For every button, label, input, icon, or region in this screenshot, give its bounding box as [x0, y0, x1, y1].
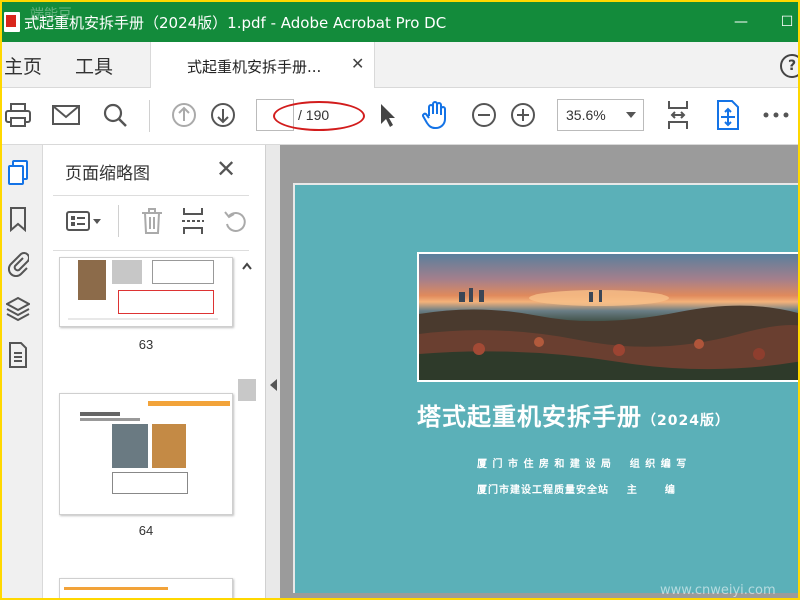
- toolbar-separator: [118, 205, 119, 237]
- toolbar-separator: [149, 100, 150, 132]
- toolbar: / 190 35.6%: [2, 88, 798, 145]
- thumbnail-page[interactable]: [59, 578, 233, 598]
- thumbnail-options-icon[interactable]: [65, 206, 105, 236]
- thumbnail-diagram: [112, 260, 142, 284]
- red-annotation-ellipse: [273, 101, 365, 131]
- pane-collapse-handle[interactable]: [265, 145, 280, 598]
- document-tab-label: 式起重机安拆手册...: [187, 58, 322, 76]
- document-tab[interactable]: 式起重机安拆手册... ✕: [150, 42, 375, 88]
- delete-icon[interactable]: [138, 206, 166, 236]
- acrobat-pdf-icon: [4, 12, 20, 32]
- attachment-icon[interactable]: [5, 249, 31, 277]
- thumbnail-textbox: [112, 472, 188, 494]
- document-viewport[interactable]: 塔式起重机安拆手册（2024版） 厦 门 市 住 房 和 建 设 局 组 织 编…: [280, 145, 798, 598]
- close-tab-icon[interactable]: ✕: [351, 54, 364, 73]
- hand-icon[interactable]: [419, 99, 451, 131]
- maximize-button[interactable]: ☐: [764, 2, 798, 42]
- print-icon[interactable]: [2, 99, 34, 131]
- thumbnail-page[interactable]: [59, 393, 233, 515]
- cover-title: 塔式起重机安拆手册（2024版）: [417, 397, 730, 432]
- rotate-icon[interactable]: [221, 206, 249, 236]
- thumbnail-photo: [112, 424, 148, 468]
- pane-title: 页面缩略图: [65, 164, 150, 184]
- zoom-out-icon[interactable]: [468, 99, 500, 131]
- thumbnail-rule: [68, 318, 218, 320]
- menu-tools[interactable]: 工具: [75, 52, 113, 79]
- collapse-arrow-icon: [270, 379, 277, 391]
- search-icon[interactable]: [99, 99, 131, 131]
- scroll-mode-icon[interactable]: [712, 99, 744, 131]
- window-title: 式起重机安拆手册（2024版）1.pdf - Adobe Acrobat Pro…: [24, 13, 447, 32]
- zoom-in-icon[interactable]: [507, 99, 539, 131]
- thumbnail-photo: [78, 260, 106, 300]
- watermark-bottom: www.cnweiyi.com: [660, 583, 776, 598]
- minimize-button[interactable]: —: [718, 2, 764, 42]
- bookmark-icon[interactable]: [5, 205, 31, 233]
- select-cursor-icon[interactable]: [371, 99, 403, 131]
- fit-page-icon[interactable]: [662, 99, 694, 131]
- app-window: 式起重机安拆手册（2024版）1.pdf - Adobe Acrobat Pro…: [2, 2, 798, 598]
- thumbnail-label: 63: [138, 337, 154, 352]
- thumbnail-header-bar: [148, 401, 230, 406]
- thumbnail-label: 64: [138, 523, 154, 538]
- pane-divider: [53, 250, 249, 251]
- title-bar: 式起重机安拆手册（2024版）1.pdf - Adobe Acrobat Pro…: [2, 2, 798, 42]
- thumbnail-photo: [152, 424, 186, 468]
- thumbnail-header-bar: [64, 587, 168, 590]
- watermark-top: 端能豆: [30, 7, 72, 23]
- zoom-select[interactable]: 35.6%: [557, 99, 644, 131]
- menu-home[interactable]: 主页: [4, 52, 42, 79]
- close-pane-icon[interactable]: ✕: [216, 155, 236, 183]
- pane-divider: [53, 195, 249, 196]
- page-thumbnails-icon[interactable]: [5, 159, 31, 187]
- thumbnail-scrollbar[interactable]: [238, 253, 256, 598]
- insert-page-icon[interactable]: [179, 206, 207, 236]
- left-rail: [2, 145, 43, 598]
- layers-icon[interactable]: [5, 295, 31, 323]
- thumbnails-pane: 页面缩略图 ✕ 63 64: [43, 145, 265, 598]
- more-icon[interactable]: [760, 99, 792, 131]
- page-up-icon[interactable]: [168, 99, 200, 131]
- cover-title-text: 塔式起重机安拆手册: [417, 403, 642, 431]
- cover-page: 塔式起重机安拆手册（2024版） 厦 门 市 住 房 和 建 设 局 组 织 编…: [293, 183, 798, 593]
- thumbnail-textbox: [152, 260, 214, 284]
- thumbnail-text: [80, 412, 120, 416]
- document-icon[interactable]: [5, 341, 31, 369]
- chevron-down-icon: [626, 112, 636, 118]
- thumbnail-textbox: [118, 290, 214, 314]
- tab-bar: 主页 工具 式起重机安拆手册... ✕ ?: [2, 42, 798, 88]
- cover-organizer: 厦 门 市 住 房 和 建 设 局 组 织 编 写: [477, 459, 688, 470]
- page-down-icon[interactable]: [207, 99, 239, 131]
- city-panorama-image: [417, 252, 798, 382]
- zoom-value: 35.6%: [566, 107, 606, 123]
- mail-icon[interactable]: [50, 99, 82, 131]
- thumbnail-page[interactable]: [59, 257, 233, 327]
- thumbnail-text: [80, 418, 140, 421]
- cover-editor: 厦门市建设工程质量安全站 主 编: [477, 485, 676, 496]
- scroll-up-icon[interactable]: [242, 259, 252, 273]
- scrollbar-thumb[interactable]: [238, 379, 256, 401]
- help-icon[interactable]: ?: [780, 54, 798, 78]
- cover-edition: （2024版）: [642, 413, 730, 429]
